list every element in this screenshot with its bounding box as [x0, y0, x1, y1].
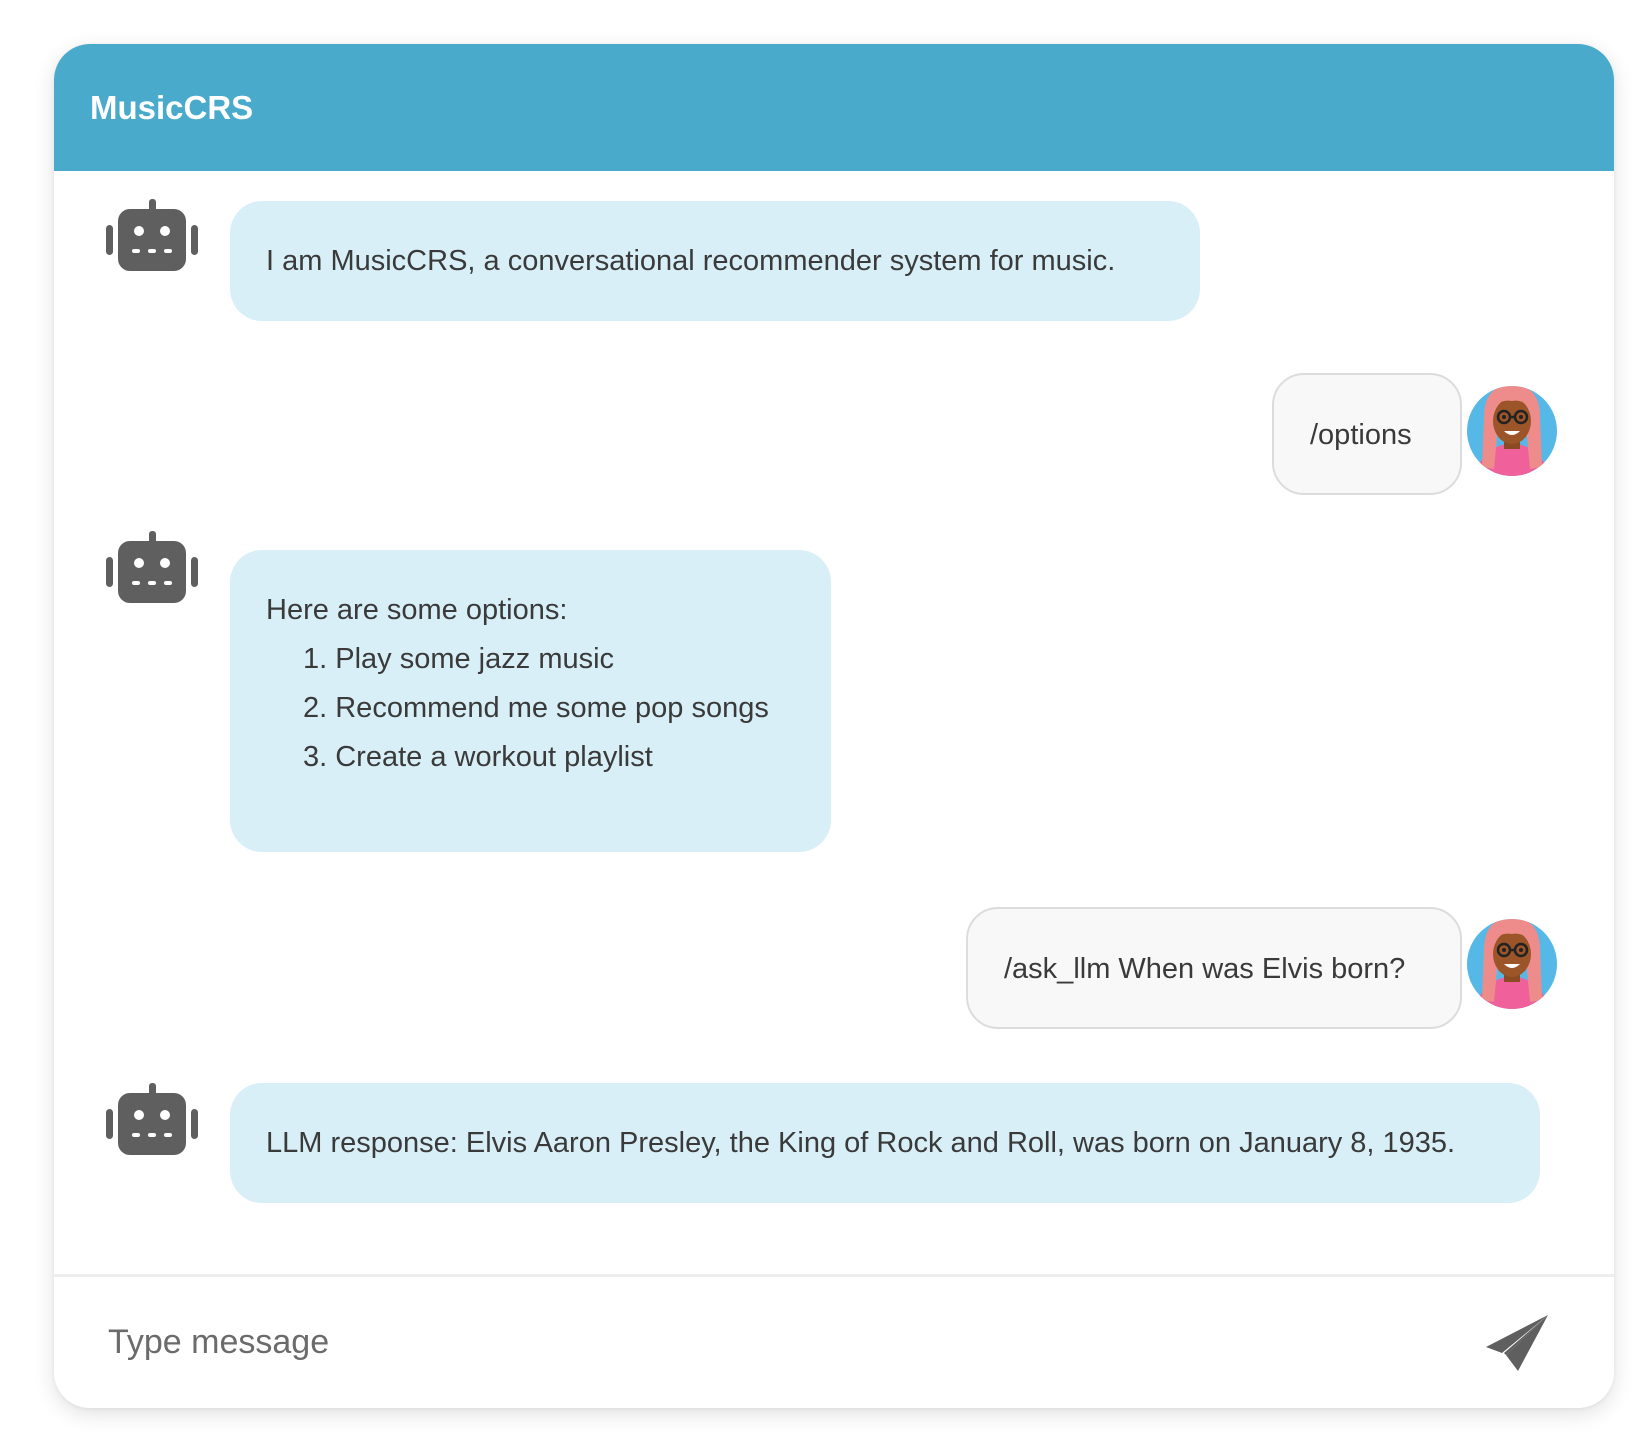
- message-text: Here are some options:: [266, 594, 568, 626]
- message-text: /options: [1310, 419, 1412, 451]
- bot-message: Here are some options: 1. Play some jazz…: [230, 550, 831, 852]
- message-list: I am MusicCRS, a conversational recommen…: [54, 171, 1614, 1315]
- user-message: /ask_llm When was Elvis born?: [966, 907, 1462, 1029]
- message-composer: [54, 1274, 1614, 1408]
- chat-window: MusicCRS I am MusicCRS, a conversational…: [54, 44, 1614, 1408]
- message-input[interactable]: [108, 1307, 1408, 1377]
- robot-icon: [106, 199, 198, 271]
- robot-icon: [106, 531, 198, 603]
- app-title: MusicCRS: [90, 88, 254, 126]
- user-avatar: [1467, 919, 1557, 1009]
- list-item: 2. Recommend me some pop songs: [303, 692, 769, 724]
- chat-header: MusicCRS: [54, 44, 1614, 171]
- send-icon[interactable]: [1484, 1313, 1550, 1373]
- user-message: /options: [1272, 373, 1462, 495]
- bot-message: I am MusicCRS, a conversational recommen…: [230, 201, 1200, 321]
- user-avatar: [1467, 386, 1557, 476]
- message-text: /ask_llm When was Elvis born?: [1004, 953, 1406, 985]
- list-item: 1. Play some jazz music: [303, 643, 615, 675]
- options-list: 1. Play some jazz music 2. Recommend me …: [266, 635, 795, 782]
- message-text: I am MusicCRS, a conversational recommen…: [266, 245, 1116, 277]
- robot-icon: [106, 1083, 198, 1155]
- list-item: 3. Create a workout playlist: [303, 741, 653, 773]
- bot-message: LLM response: Elvis Aaron Presley, the K…: [230, 1083, 1540, 1203]
- message-text: LLM response: Elvis Aaron Presley, the K…: [266, 1127, 1456, 1159]
